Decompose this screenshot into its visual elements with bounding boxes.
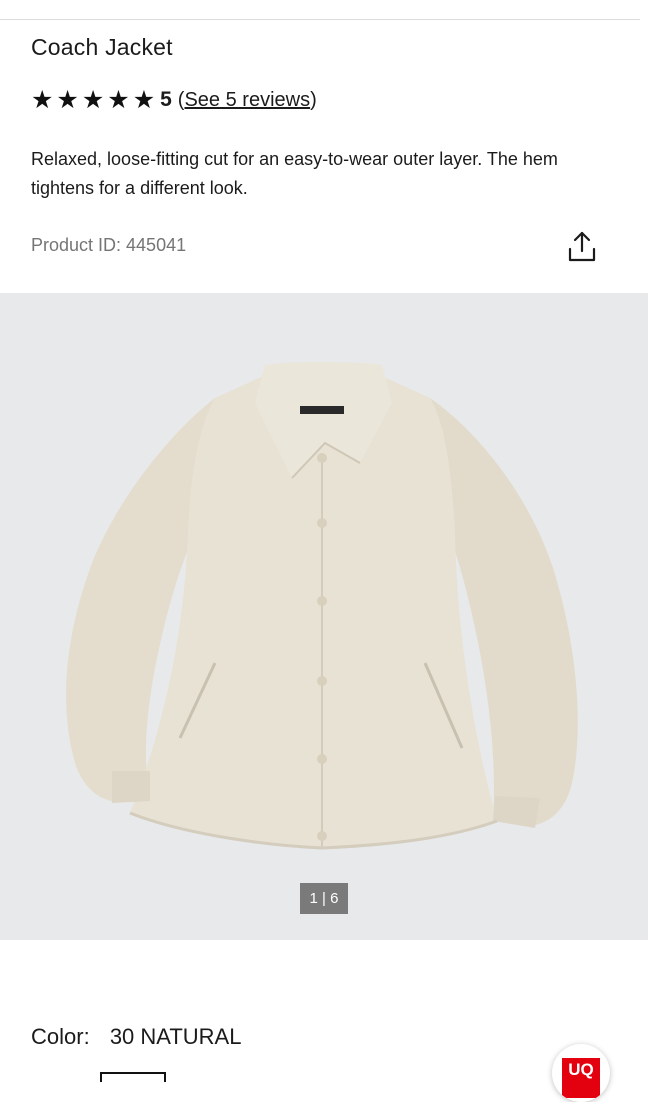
color-value: 30 NATURAL xyxy=(109,1024,242,1049)
rating-row: ★ ★ ★ ★ ★ 5 ( See 5 reviews ) xyxy=(31,86,317,114)
brand-logo-text: UQ xyxy=(562,1058,600,1098)
star-icon: ★ xyxy=(132,85,156,114)
see-reviews-link[interactable]: See 5 reviews xyxy=(184,89,310,112)
product-image-gallery[interactable]: 1 | 6 xyxy=(0,293,648,940)
share-button[interactable] xyxy=(566,230,598,264)
rating-value: 5 xyxy=(160,88,172,111)
product-title: Coach Jacket xyxy=(31,34,173,60)
image-counter[interactable]: 1 | 6 xyxy=(300,883,348,914)
product-image xyxy=(66,362,578,850)
product-id: Product ID: 445041 xyxy=(31,235,187,255)
color-row: Color: 30 NATURAL xyxy=(31,1024,241,1050)
star-icon: ★ xyxy=(81,85,105,114)
color-swatch[interactable] xyxy=(100,1072,166,1082)
star-rating: ★ ★ ★ ★ ★ xyxy=(31,85,158,114)
close-paren: ) xyxy=(310,88,317,111)
share-icon xyxy=(568,231,596,262)
product-description: Relaxed, loose-fitting cut for an easy-t… xyxy=(31,149,558,198)
brand-logo[interactable]: UQ xyxy=(552,1044,610,1102)
open-paren: ( xyxy=(177,88,185,111)
star-icon: ★ xyxy=(56,85,79,114)
color-label: Color: xyxy=(31,1024,90,1049)
star-icon: ★ xyxy=(31,85,54,114)
star-icon: ★ xyxy=(107,85,130,114)
top-divider xyxy=(0,19,640,20)
